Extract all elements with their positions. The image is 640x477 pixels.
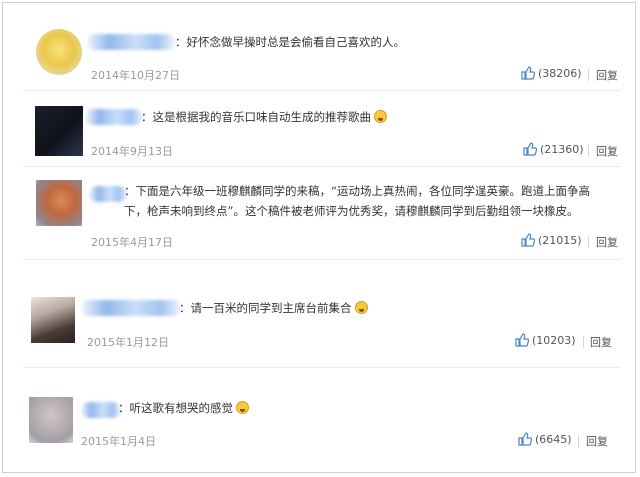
user-avatar[interactable] <box>35 106 83 156</box>
username-blurred[interactable] <box>81 300 181 316</box>
comment-text: ：请一百米的同学到主席台前集合 <box>179 298 368 318</box>
divider <box>578 435 579 447</box>
divider <box>588 236 589 248</box>
reply-button[interactable]: 回复 <box>596 234 618 250</box>
comment-text: ：听这歌有想哭的感觉 <box>118 398 249 418</box>
comment-date: 2015年1月4日 <box>81 435 156 448</box>
separator <box>23 166 621 167</box>
thumbs-up-icon <box>521 233 535 247</box>
divider <box>583 336 584 348</box>
username-blurred[interactable] <box>85 109 143 125</box>
like-count: (10203) <box>532 333 576 347</box>
comment-date: 2014年9月13日 <box>91 145 173 158</box>
username-blurred[interactable] <box>89 186 127 202</box>
reply-button[interactable]: 回复 <box>596 143 618 159</box>
like-button[interactable]: (10203) <box>515 333 576 347</box>
crying-emoji <box>236 401 249 414</box>
like-count: (6645) <box>535 432 572 446</box>
comment-text: ：这是根据我的音乐口味自动生成的推荐歌曲 <box>141 107 387 127</box>
comment-text: ：下面是六年级一班穆麒麟同学的来稿，“运动场上真热闹，各位同学逞英豪。跑道上面争… <box>124 181 612 221</box>
comment-text: ：好怀念做早操时总是会偷看自己喜欢的人。 <box>175 32 405 52</box>
reply-button[interactable]: 回复 <box>586 433 608 449</box>
user-avatar[interactable] <box>31 297 75 343</box>
separator <box>23 90 621 91</box>
comment-date: 2015年1月12日 <box>87 336 169 349</box>
like-count: (21015) <box>538 233 582 247</box>
username-blurred[interactable] <box>87 34 175 50</box>
thumbs-up-icon <box>523 142 537 156</box>
comment-date: 2014年10月27日 <box>91 69 180 82</box>
like-count: (38206) <box>538 66 582 80</box>
user-avatar[interactable] <box>36 180 82 226</box>
comment-text-content: ：下面是六年级一班穆麒麟同学的来稿，“运动场上真热闹，各位同学逞英豪。跑道上面争… <box>124 184 590 218</box>
reply-button[interactable]: 回复 <box>596 67 618 83</box>
like-button[interactable]: (6645) <box>518 432 572 446</box>
like-button[interactable]: (21360) <box>523 142 584 156</box>
thumbs-up-icon <box>515 333 529 347</box>
like-button[interactable]: (38206) <box>521 66 582 80</box>
user-avatar[interactable] <box>29 397 73 443</box>
like-button[interactable]: (21015) <box>521 233 582 247</box>
comment-text-content: ：请一百米的同学到主席台前集合 <box>179 301 352 315</box>
thumbs-up-icon <box>518 432 532 446</box>
laughing-crying-emoji <box>354 301 368 314</box>
divider <box>588 145 589 157</box>
user-avatar[interactable] <box>36 29 82 75</box>
comment-list: ：好怀念做早操时总是会偷看自己喜欢的人。 2014年10月27日 (38206)… <box>2 2 636 473</box>
comment-text-content: ：听这歌有想哭的感觉 <box>118 401 233 415</box>
separator <box>23 367 621 368</box>
divider <box>588 69 589 81</box>
like-count: (21360) <box>540 142 584 156</box>
comment-text-content: ：好怀念做早操时总是会偷看自己喜欢的人。 <box>175 35 405 49</box>
scared-face-emoji <box>374 110 387 123</box>
comment-date: 2015年4月17日 <box>91 236 173 249</box>
username-blurred[interactable] <box>81 402 121 418</box>
reply-button[interactable]: 回复 <box>590 334 612 350</box>
comment-text-content: ：这是根据我的音乐口味自动生成的推荐歌曲 <box>141 110 371 124</box>
separator <box>23 259 621 260</box>
thumbs-up-icon <box>521 66 535 80</box>
